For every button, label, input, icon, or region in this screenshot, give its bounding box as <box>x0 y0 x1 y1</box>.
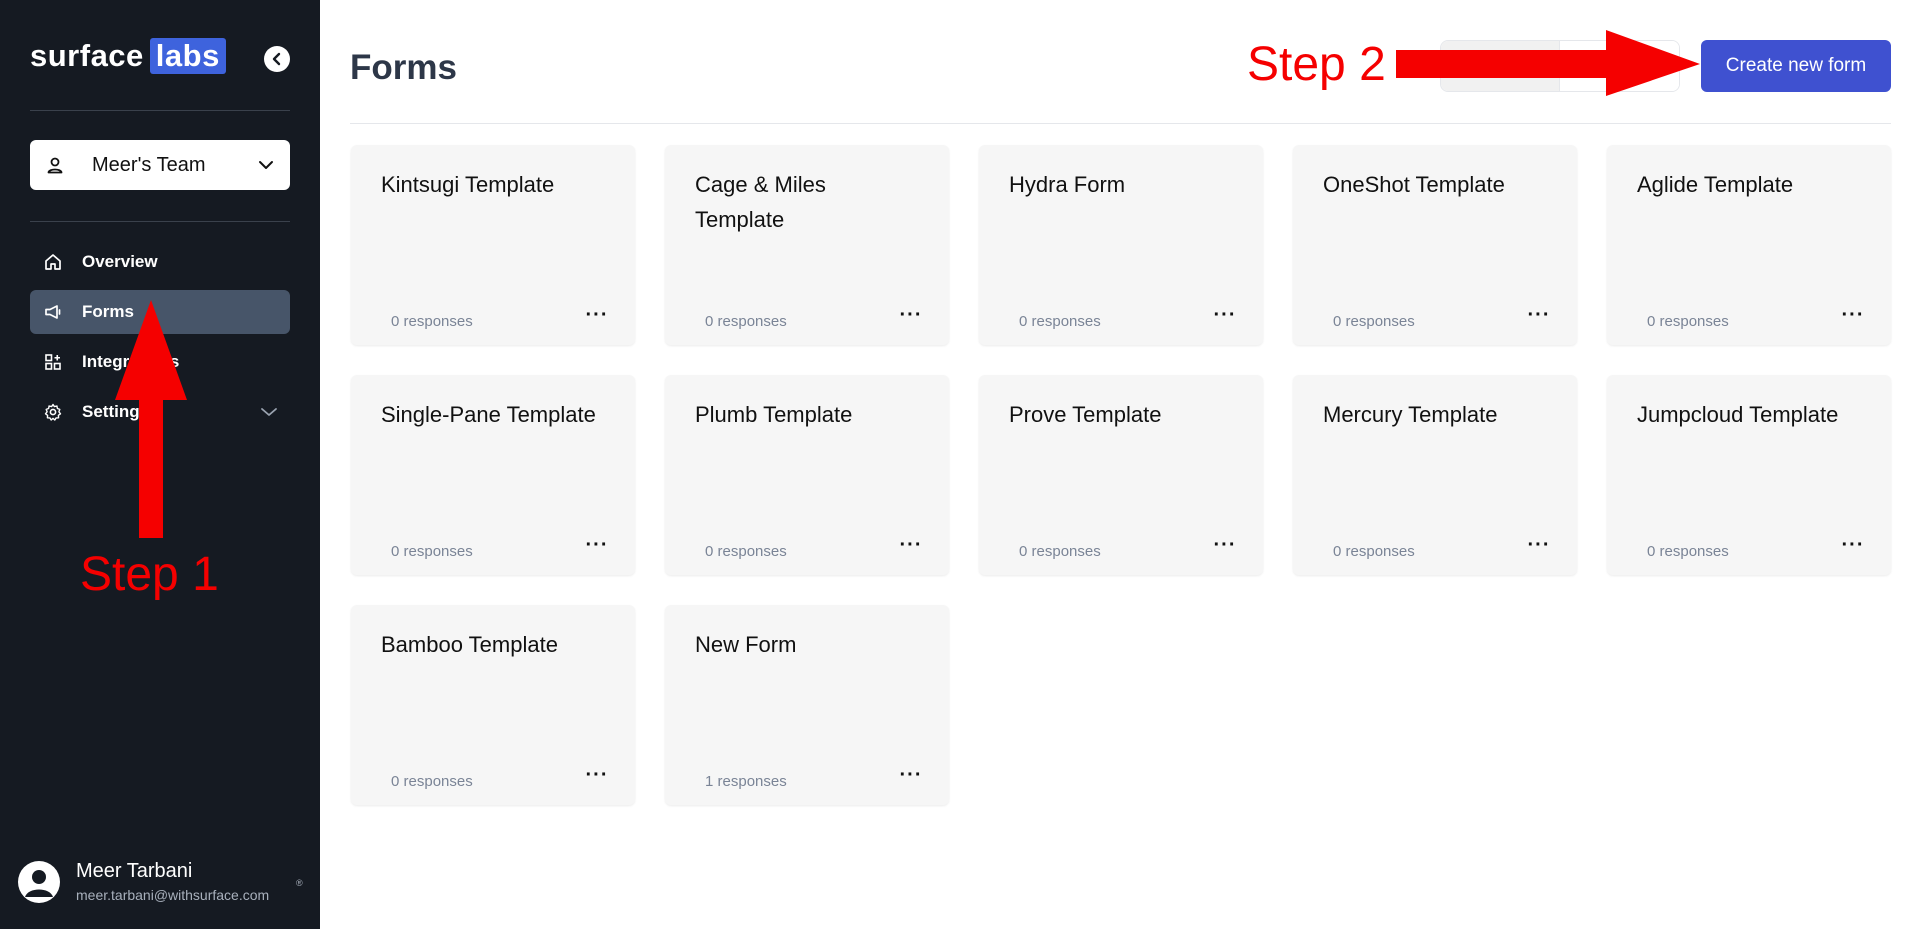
form-card[interactable]: Single-Pane Template 0 responses ··· <box>351 375 635 575</box>
more-options-icon[interactable]: ··· <box>1209 531 1241 559</box>
step2-label: Step 2 <box>1247 38 1386 91</box>
megaphone-icon <box>42 301 64 323</box>
registered-mark: ® <box>296 878 303 888</box>
step2-arrow <box>1396 30 1700 96</box>
form-card-title: Prove Template <box>1009 402 1162 427</box>
sidebar-item-label: Overview <box>82 252 158 271</box>
brand-name-labs: labs <box>149 38 226 74</box>
form-card-responses: 0 responses <box>1647 313 1729 330</box>
more-options-icon[interactable]: ··· <box>1209 301 1241 329</box>
more-options-icon[interactable]: ··· <box>581 301 613 329</box>
brand-logo[interactable]: surface labs <box>30 38 226 74</box>
form-card[interactable]: Bamboo Template 0 responses ··· <box>351 605 635 805</box>
form-card-responses: 0 responses <box>1333 313 1415 330</box>
create-new-form-button[interactable]: Create new form <box>1701 40 1891 92</box>
collapse-sidebar-button[interactable] <box>264 46 290 72</box>
form-card-responses: 0 responses <box>1019 313 1101 330</box>
team-selector[interactable]: Meer's Team <box>30 140 290 190</box>
more-options-icon[interactable]: ··· <box>1837 531 1869 559</box>
form-card[interactable]: OneShot Template 0 responses ··· <box>1293 145 1577 345</box>
form-card-title: Hydra Form <box>1009 172 1126 197</box>
form-card-title: Aglide Template <box>1637 172 1794 197</box>
gear-icon <box>42 401 64 423</box>
chevron-down-icon[interactable] <box>260 407 278 417</box>
user-email: meer.tarbani@withsurface.com <box>76 887 270 903</box>
step1-label: Step 1 <box>80 548 219 601</box>
form-card-title: OneShot Template <box>1323 172 1505 197</box>
form-card[interactable]: Plumb Template 0 responses ··· <box>665 375 949 575</box>
more-options-icon[interactable]: ··· <box>895 301 927 329</box>
form-card-responses: 0 responses <box>705 543 787 560</box>
form-card[interactable]: Hydra Form 0 responses ··· <box>979 145 1263 345</box>
header-divider <box>350 123 1891 124</box>
sidebar-item-overview[interactable]: Overview <box>30 240 290 284</box>
form-card-title: Bamboo Template <box>381 632 558 657</box>
page-title: Forms <box>350 48 457 87</box>
more-options-icon[interactable]: ··· <box>1523 531 1555 559</box>
more-options-icon[interactable]: ··· <box>895 761 927 789</box>
user-avatar-icon <box>25 869 53 897</box>
user-name: Meer Tarbani <box>76 860 193 882</box>
form-card-responses: 0 responses <box>1647 543 1729 560</box>
form-card-title: Single-Pane Template <box>381 402 596 427</box>
form-card[interactable]: Jumpcloud Template 0 responses ··· <box>1607 375 1891 575</box>
form-card-responses: 0 responses <box>705 313 787 330</box>
form-card-title: Mercury Template <box>1323 402 1498 427</box>
user-icon <box>47 157 63 174</box>
form-card[interactable]: Kintsugi Template 0 responses ··· <box>351 145 635 345</box>
form-card-responses: 0 responses <box>1019 543 1101 560</box>
sidebar-divider <box>30 221 290 222</box>
forms-grid: Kintsugi Template 0 responses ··· Cage & M… <box>351 145 1891 805</box>
form-card[interactable]: New Form 1 responses ··· <box>665 605 949 805</box>
form-card-title: Jumpcloud Template <box>1637 402 1839 427</box>
more-options-icon[interactable]: ··· <box>581 761 613 789</box>
form-card-responses: 0 responses <box>391 313 473 330</box>
form-card-title: Kintsugi Template <box>381 172 555 197</box>
form-card[interactable]: Prove Template 0 responses ··· <box>979 375 1263 575</box>
team-selector-label: Meer's Team <box>92 153 206 176</box>
form-card-responses: 0 responses <box>391 773 473 790</box>
form-card-title: Cage & Miles Template <box>695 172 826 232</box>
more-options-icon[interactable]: ··· <box>895 531 927 559</box>
form-card-responses: 0 responses <box>391 543 473 560</box>
sidebar-divider <box>30 110 290 111</box>
form-card[interactable]: Aglide Template 0 responses ··· <box>1607 145 1891 345</box>
brand-name-surface: surface <box>30 38 144 73</box>
chevron-down-icon <box>259 161 273 169</box>
more-options-icon[interactable]: ··· <box>1837 301 1869 329</box>
form-card[interactable]: Mercury Template 0 responses ··· <box>1293 375 1577 575</box>
form-card-responses: 0 responses <box>1333 543 1415 560</box>
more-options-icon[interactable]: ··· <box>1523 301 1555 329</box>
more-options-icon[interactable]: ··· <box>581 531 613 559</box>
form-card-title: Plumb Template <box>695 402 853 427</box>
grid-plus-icon <box>42 351 64 373</box>
form-card-responses: 1 responses <box>705 773 787 790</box>
chevron-left-icon <box>272 52 281 66</box>
form-card[interactable]: Cage & Miles Template 0 responses ··· <box>665 145 949 345</box>
avatar <box>18 860 60 903</box>
home-icon <box>42 251 64 273</box>
form-card-title: New Form <box>695 632 797 657</box>
user-profile[interactable]: Meer Tarbani meer.tarbani@withsurface.co… <box>18 860 269 903</box>
step1-arrow <box>115 300 187 538</box>
